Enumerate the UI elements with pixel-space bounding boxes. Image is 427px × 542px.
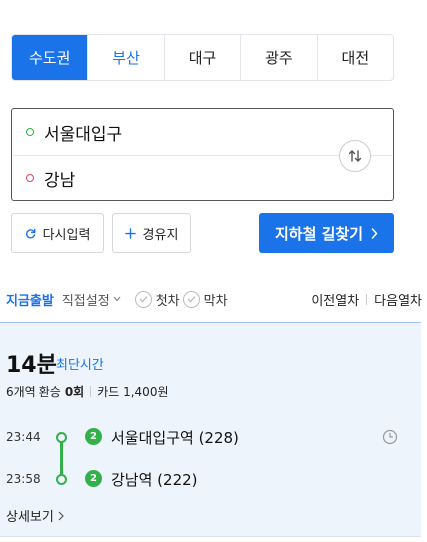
first-train-checkbox[interactable]: 첫차 — [134, 290, 180, 309]
detail-view-link[interactable]: 상세보기 — [6, 506, 64, 525]
end-dot-icon — [26, 174, 34, 182]
region-tabs: 수도권 부산 대구 광주 대전 — [11, 34, 394, 81]
departure-time: 23:44 — [6, 430, 41, 444]
direct-setting-label: 직접설정 — [61, 293, 110, 309]
departure-options: 지금출발 직접설정 첫차 막차 이전열차 다음열차 — [6, 288, 422, 310]
duration-label: 최단시간 — [56, 358, 104, 373]
prev-train-link[interactable]: 이전열차 — [311, 290, 359, 309]
reset-button[interactable]: 다시입력 — [11, 213, 104, 253]
tab-daejeon[interactable]: 대전 — [316, 35, 393, 80]
detail-view-label: 상세보기 — [6, 510, 54, 525]
route-result-card[interactable]: 14분 최단시간 6개역 환승 0회 카드 1,400원 23:44 23:58… — [0, 322, 421, 537]
route-summary: 6개역 환승 0회 카드 1,400원 — [6, 383, 169, 400]
start-station-field[interactable]: 서울대입구 — [12, 109, 332, 155]
add-via-button[interactable]: 경유지 — [112, 213, 191, 253]
check-icon — [134, 290, 152, 308]
end-station-field[interactable]: 강남 — [12, 155, 332, 201]
direct-setting-dropdown[interactable]: 직접설정 — [62, 290, 121, 309]
start-station-text: 서울대입구 — [44, 124, 123, 145]
subway-search-button-label: 지하철 길찾기 — [274, 224, 364, 243]
end-station-text: 강남 — [44, 170, 76, 191]
arrival-time: 23:58 — [6, 472, 41, 486]
divider — [90, 386, 92, 397]
train-nav: 이전열차 다음열차 — [311, 290, 422, 309]
tab-daegu[interactable]: 대구 — [163, 35, 240, 80]
route-box: 서울대입구 강남 — [11, 108, 394, 201]
divider — [366, 293, 368, 305]
check-icon — [182, 290, 200, 308]
line-badge: 2 — [85, 470, 102, 487]
clock-icon[interactable] — [382, 429, 398, 445]
depart-now-option[interactable]: 지금출발 — [6, 290, 54, 309]
arrival-station[interactable]: 강남역 (222) — [111, 469, 198, 490]
add-via-button-label: 경유지 — [142, 227, 179, 243]
swap-vertical-icon[interactable] — [339, 140, 371, 172]
refresh-icon — [25, 228, 36, 239]
station-count: 6개역 — [6, 385, 36, 399]
tab-gwangju[interactable]: 광주 — [240, 35, 316, 80]
transfer-count: 0회 — [64, 385, 85, 399]
start-dot-icon — [26, 128, 34, 136]
chevron-right-icon — [371, 227, 378, 239]
total-duration: 14분 — [6, 353, 57, 378]
last-train-label: 막차 — [203, 293, 228, 309]
line2-route-line — [60, 437, 63, 479]
next-train-link[interactable]: 다음열차 — [374, 290, 422, 309]
arrival-node — [56, 474, 67, 485]
plus-icon — [124, 227, 136, 239]
reset-button-label: 다시입력 — [42, 227, 91, 243]
first-train-label: 첫차 — [155, 293, 180, 309]
last-train-checkbox[interactable]: 막차 — [182, 290, 228, 309]
line-badge: 2 — [85, 428, 102, 445]
chevron-down-icon — [113, 296, 121, 302]
tab-seoul-metro[interactable]: 수도권 — [12, 35, 88, 80]
tab-busan[interactable]: 부산 — [87, 35, 163, 80]
fare-text: 카드 1,400원 — [97, 385, 169, 399]
subway-search-button[interactable]: 지하철 길찾기 — [259, 213, 394, 253]
departure-station[interactable]: 서울대입구역 (228) — [111, 427, 239, 448]
chevron-right-icon — [58, 511, 64, 521]
departure-node — [56, 432, 67, 443]
transfer-label: 환승 — [38, 385, 61, 399]
